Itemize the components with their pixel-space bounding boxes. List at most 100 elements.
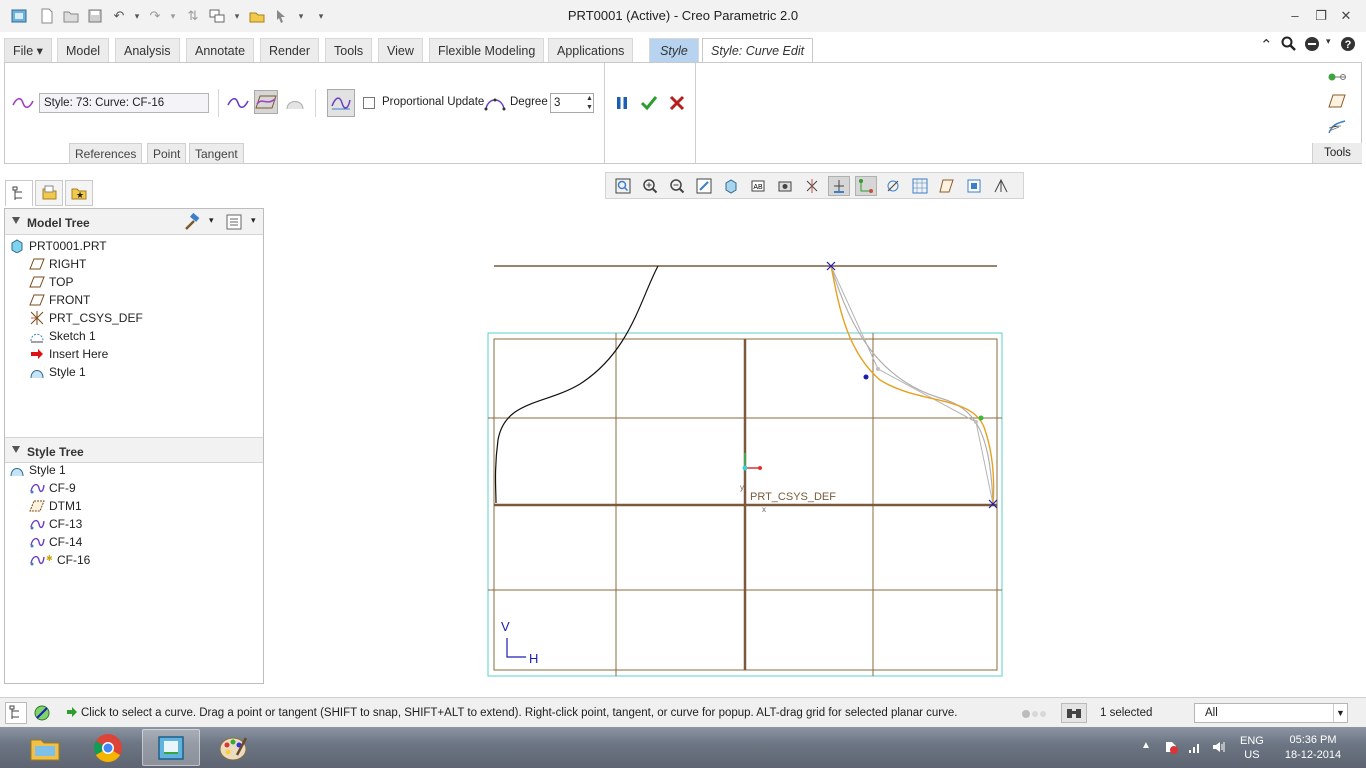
tree-root-part[interactable]: PRT0001.PRT [9,237,107,255]
grid-display-icon[interactable] [909,176,931,196]
volume-icon[interactable] [1211,739,1227,758]
annotation-display-icon[interactable] [882,176,904,196]
tab-tangent[interactable]: Tangent [189,143,244,164]
tab-point[interactable]: Point [147,143,187,164]
settings-dropdown-icon[interactable]: ▾ [209,215,214,226]
style-tree-item-cf16[interactable]: ✱ CF-16 [29,551,90,569]
tab-tools[interactable]: Tools [325,38,373,62]
connection-icon[interactable] [1325,65,1349,89]
datum-display-icon[interactable] [801,176,823,196]
chrome-taskbar-icon[interactable] [79,729,137,766]
collapse-triangle-icon[interactable] [12,446,20,453]
active-plane-icon[interactable] [963,176,985,196]
style-tree-item-cf13[interactable]: CF-13 [29,515,82,533]
model-tree-tab-icon[interactable] [5,180,33,206]
graphics-svg[interactable]: y x PRT_CSYS_DEF V H [270,200,1360,694]
find-binoculars-icon[interactable] [1061,703,1087,723]
browser-toggle-icon[interactable] [31,702,53,724]
style-tree-item-dtm1[interactable]: DTM1 [29,497,82,515]
help-dropdown-icon[interactable]: ▾ [1326,36,1331,47]
cancel-x-icon[interactable] [665,91,689,115]
tree-item-top[interactable]: TOP [29,273,73,291]
cos-curve-icon[interactable] [283,91,307,115]
degree-up-icon[interactable]: ▲ [584,94,595,103]
selection-filter-select[interactable]: All ▼ [1194,703,1348,723]
navigator-toggle-icon[interactable] [5,702,27,724]
tree-item-sketch[interactable]: Sketch 1 [29,327,96,345]
explorer-taskbar-icon[interactable] [16,729,74,766]
zoom-in-icon[interactable] [639,176,661,196]
view-manager-icon[interactable] [774,176,796,196]
input-language[interactable]: ENG US [1240,734,1264,762]
collapse-ribbon-icon[interactable]: ⌃ [1260,36,1273,54]
favorites-tab-icon[interactable]: ★ [65,180,93,206]
tab-model[interactable]: Model [57,38,110,62]
point-display-icon[interactable] [855,176,877,196]
refit-icon[interactable] [612,176,634,196]
proportional-update-checkbox[interactable] [363,97,375,109]
control-point[interactable] [863,374,869,380]
show-hidden-icons-icon[interactable]: ▲ [1141,740,1151,751]
tree-item-front[interactable]: FRONT [29,291,90,309]
tree-item-csys[interactable]: PRT_CSYS_DEF [29,309,143,327]
graphics-area[interactable]: y x PRT_CSYS_DEF V H [270,200,1360,694]
action-center-icon[interactable] [1163,739,1179,758]
system-clock[interactable]: 05:36 PM 18-12-2014 [1278,733,1348,763]
minimize-icon[interactable]: – [1287,8,1303,24]
curve-cf-16-selected[interactable] [830,265,995,505]
view-from-icon[interactable] [990,176,1012,196]
close-icon[interactable]: ✕ [1338,8,1354,24]
zoom-out-icon[interactable] [666,176,688,196]
tab-view[interactable]: View [378,38,423,62]
tools-group-label[interactable]: Tools [1312,143,1362,163]
pause-icon[interactable] [610,91,634,115]
tab-style-curve-edit[interactable]: Style: Curve Edit [702,38,814,63]
creo-taskbar-icon[interactable] [142,729,200,766]
degree-down-icon[interactable]: ▼ [584,103,595,112]
tree-item-right[interactable]: RIGHT [29,255,86,273]
tree-item-insert-here[interactable]: Insert Here [29,345,108,363]
tab-analysis[interactable]: Analysis [115,38,180,62]
chevron-down-icon[interactable]: ▼ [1333,704,1347,722]
control-point[interactable] [978,415,984,421]
planar-curve-icon[interactable] [254,90,278,114]
curve-cf-14[interactable] [494,265,659,504]
curve-analysis-icon[interactable] [1325,115,1349,139]
display-style-icon[interactable] [720,176,742,196]
graphics-toolbar: AB [605,172,1024,199]
tab-annotate[interactable]: Annotate [186,38,255,62]
style-tree-root[interactable]: Style 1 [9,461,66,479]
tab-file[interactable]: File ▾ [4,38,52,62]
folder-browser-tab-icon[interactable] [35,180,63,206]
tab-style[interactable]: Style [649,38,699,62]
saved-orientations-icon[interactable]: AB [747,176,769,196]
accept-check-icon[interactable] [637,91,661,115]
control-point[interactable] [974,420,978,424]
help-icon[interactable]: ? [1340,36,1356,56]
show-dropdown-icon[interactable]: ▾ [251,215,256,226]
network-icon[interactable] [1187,739,1203,758]
datum-plane-icon[interactable] [1325,89,1349,113]
paint-taskbar-icon[interactable] [204,729,262,766]
help-center-icon[interactable] [1304,36,1320,56]
repaint-icon[interactable] [693,176,715,196]
free-curve-icon[interactable] [226,91,250,115]
tab-references[interactable]: References [69,143,143,164]
search-icon[interactable] [1281,36,1297,56]
end-point-marker[interactable] [826,261,998,509]
show-list-icon[interactable] [225,213,243,234]
tab-applications[interactable]: Applications [548,38,634,62]
settings-hammer-icon[interactable] [183,212,201,234]
tab-render[interactable]: Render [260,38,319,62]
collapse-triangle-icon[interactable] [12,217,20,224]
spin-center-icon[interactable] [828,176,850,196]
tree-item-style[interactable]: ✱ Style 1 [29,363,86,381]
csys-display-icon[interactable] [936,176,958,196]
curve-name-field[interactable]: Style: 73: Curve: CF-16 [39,93,209,113]
control-point[interactable] [876,367,880,371]
tab-flexible-modeling[interactable]: Flexible Modeling [429,38,545,62]
restore-icon[interactable]: ❐ [1313,8,1329,24]
style-tree-item-cf9[interactable]: CF-9 [29,479,76,497]
style-tree-item-cf14[interactable]: CF-14 [29,533,82,551]
curvature-plot-icon[interactable] [327,89,355,117]
